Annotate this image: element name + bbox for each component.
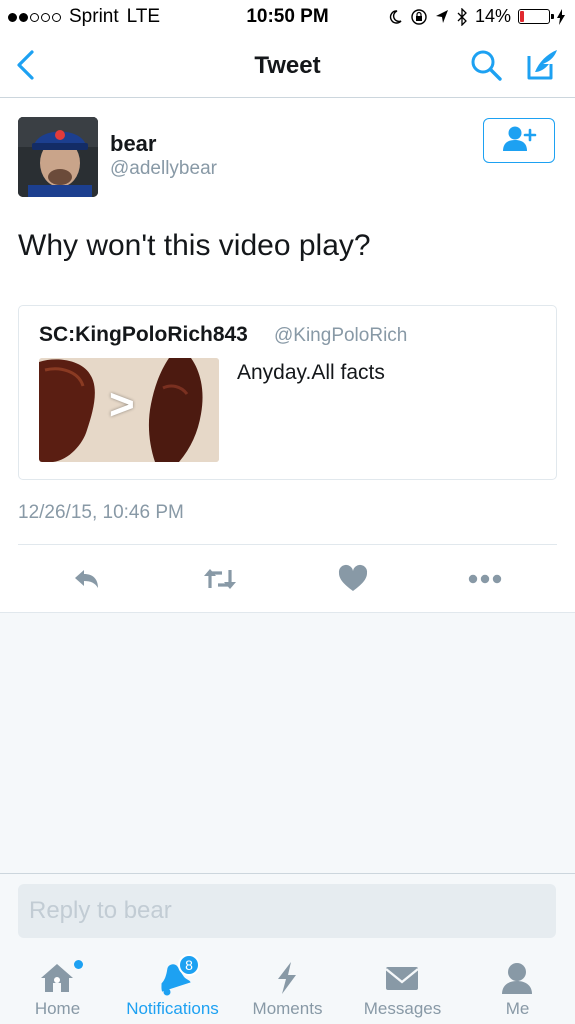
person-icon [502, 963, 532, 994]
divider [18, 544, 557, 545]
avatar[interactable] [18, 117, 98, 197]
tab-moments[interactable]: Moments [230, 946, 345, 1024]
quoted-text: Anyday.All facts [237, 361, 385, 384]
tab-notifications[interactable]: 8 Notifications [115, 946, 230, 1024]
new-content-dot [74, 960, 83, 969]
status-bar: Sprint LTE 10:50 PM 14% [0, 0, 575, 34]
author-handle[interactable]: @adellybear [110, 158, 217, 180]
tab-label: Home [34, 999, 81, 1018]
tab-label: Notifications [126, 999, 219, 1018]
reply-input[interactable] [18, 884, 556, 938]
charging-icon [557, 8, 565, 25]
tab-label: Messages [363, 999, 442, 1018]
author-name[interactable]: bear [110, 131, 156, 157]
battery-percent: 14% [474, 6, 511, 26]
location-icon [435, 9, 448, 23]
follow-button[interactable] [483, 118, 555, 163]
tweet-actions [0, 564, 575, 600]
add-user-icon [503, 126, 537, 151]
tweet-timestamp: 12/26/15, 10:46 PM [18, 502, 184, 523]
quoted-author-handle: @KingPoloRich [274, 325, 408, 346]
search-icon[interactable] [469, 48, 503, 82]
play-glyph: > [109, 380, 135, 429]
heart-icon[interactable] [338, 564, 368, 594]
bluetooth-icon [457, 7, 467, 26]
status-right: 14% [387, 6, 565, 27]
bell-icon [161, 964, 191, 996]
tab-label: Moments [252, 999, 323, 1018]
tab-label: Me [505, 999, 530, 1018]
quoted-author-name: SC:KingPoloRich843 [39, 323, 248, 346]
compose-icon[interactable] [525, 46, 559, 82]
envelope-icon [385, 967, 419, 990]
tab-messages[interactable]: Messages [345, 946, 460, 1024]
battery-icon [518, 9, 554, 24]
tweet-text: Why won't this video play? [18, 229, 371, 262]
reply-icon[interactable] [72, 564, 102, 594]
moon-icon [389, 9, 402, 24]
nav-bar: Tweet [0, 34, 575, 98]
more-icon[interactable] [467, 564, 503, 594]
quoted-tweet[interactable]: SC:KingPoloRich843 @KingPoloRich > Anyda… [18, 305, 557, 480]
tab-me[interactable]: Me [460, 946, 575, 1024]
tab-bar: Home 8 Notifications Moments Messages Me [0, 946, 575, 1024]
quoted-video-thumbnail[interactable]: > [39, 358, 219, 462]
reply-bar [0, 874, 575, 946]
home-icon [41, 964, 73, 992]
tab-home[interactable]: Home [0, 946, 115, 1024]
avatar-image [18, 117, 98, 197]
rotation-lock-icon [411, 8, 427, 25]
lightning-icon [278, 962, 296, 994]
empty-replies-area [0, 612, 575, 874]
battery-fill [520, 11, 524, 22]
retweet-icon[interactable] [202, 564, 238, 594]
notification-badge: 8 [178, 954, 200, 976]
